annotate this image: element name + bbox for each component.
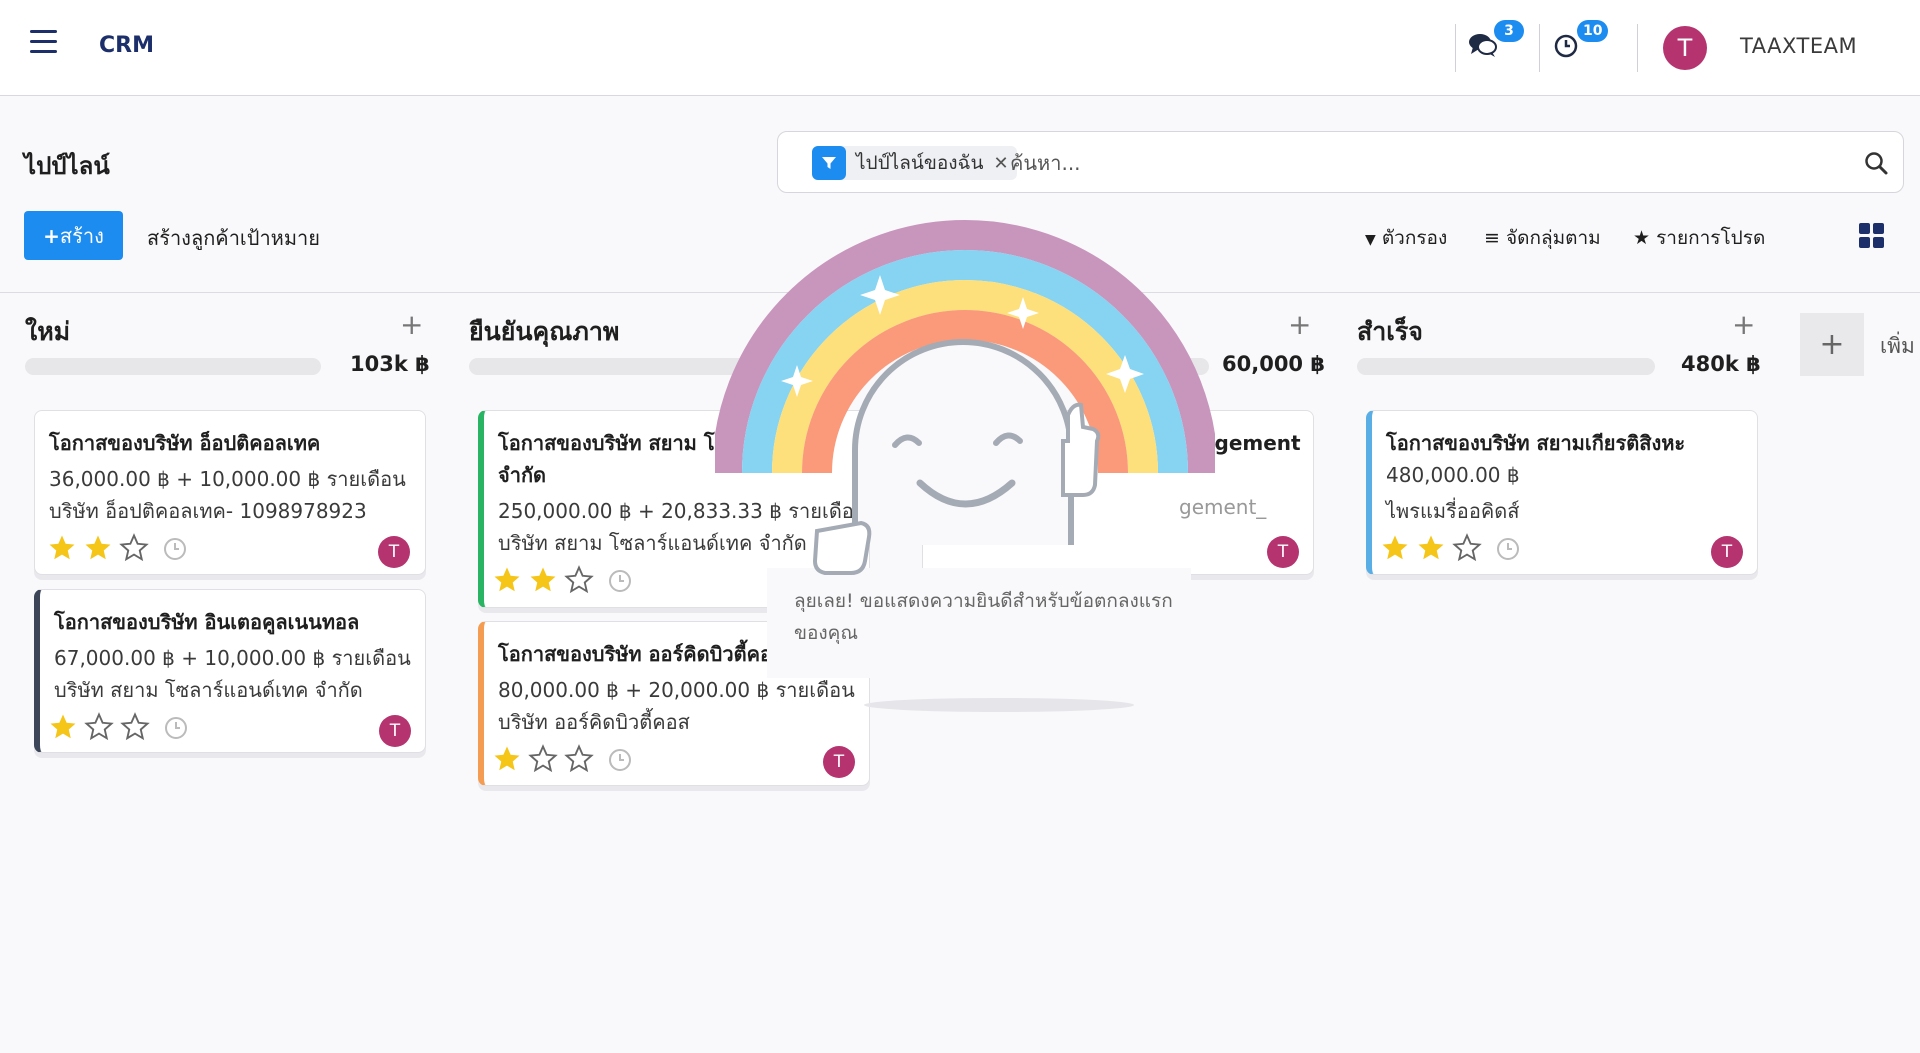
card-company: ไพรแมรี่ออคิดส์ [1386, 499, 1520, 523]
clock-icon [1554, 34, 1578, 58]
user-avatar[interactable]: T [1663, 26, 1707, 70]
card-amount: 480,000.00 ฿ [1386, 463, 1520, 487]
assignee-avatar[interactable]: T [1711, 536, 1743, 568]
activity-clock-icon[interactable] [164, 716, 188, 740]
close-icon[interactable]: ✕ [993, 153, 1008, 174]
generate-leads-button[interactable]: สร้างลูกค้าเป้าหมาย [147, 222, 320, 254]
page-title: ไปป์ไลน์ [24, 152, 110, 180]
filter-icon: ▼ [1365, 232, 1376, 248]
priority-stars [492, 744, 594, 774]
messages-button[interactable]: 3 [1468, 20, 1524, 62]
card-title: โอกาสของบริษัท อินเตอคูลเนนทอล [54, 610, 360, 634]
star-outline-icon[interactable] [84, 712, 114, 742]
activities-button[interactable]: 10 [1553, 20, 1609, 62]
card-title: โอกาสของบริษัท สยามเกียรติสิงหะ [1386, 431, 1686, 455]
search-facet[interactable]: ไปป์ไลน์ของฉัน ✕ [812, 146, 1017, 180]
activity-clock-icon[interactable] [1496, 537, 1520, 561]
card-company: บริษัท สยาม โซลาร์แอนด์เทค จำกัด [54, 678, 363, 702]
favorites-label: รายการโปรด [1656, 227, 1766, 249]
star-outline-icon[interactable] [1452, 533, 1482, 563]
chat-icon [1469, 34, 1497, 57]
star-outline-icon[interactable] [564, 744, 594, 774]
priority-stars [47, 533, 149, 563]
rainbow-message: ลุยเลย! ขอแสดงความยินดีสำหรับข้อตกลงแรกข… [794, 590, 1173, 644]
card-title-line: โอกาสของบริษัท สยาม โซล [498, 431, 741, 455]
card-company: บริษัท อ็อปติคอลเทค- 1098978923 [49, 499, 367, 523]
column-sum: 60,000 ฿ [1222, 352, 1325, 376]
rainbow-shadow [864, 698, 1134, 712]
menu-icon[interactable] [30, 30, 57, 58]
navbar-divider [1455, 24, 1456, 72]
group-by-label: จัดกลุ่มตาม [1505, 227, 1601, 249]
create-label: สร้าง [59, 223, 104, 248]
star-icon[interactable] [1380, 533, 1410, 563]
activity-clock-icon[interactable] [608, 569, 632, 593]
filter-icon [812, 146, 846, 180]
filters-button[interactable]: ▼ ตัวกรอง [1365, 223, 1447, 253]
activities-badge: 10 [1577, 20, 1609, 42]
activity-clock-icon[interactable] [163, 537, 187, 561]
navbar-divider [1637, 24, 1638, 72]
priority-stars [48, 712, 150, 742]
star-icon[interactable] [492, 565, 522, 595]
facet-label: ไปป์ไลน์ของฉัน [856, 152, 984, 174]
list-icon: ≡ [1484, 227, 1500, 249]
quick-create-button[interactable]: + [1288, 308, 1311, 341]
search-input[interactable] [1010, 146, 1830, 180]
column-progress-bar[interactable] [25, 358, 321, 375]
navbar-divider [1539, 24, 1540, 72]
star-icon[interactable] [83, 533, 113, 563]
assignee-avatar[interactable]: T [379, 715, 411, 747]
star-icon[interactable] [48, 712, 78, 742]
star-icon: ★ [1633, 227, 1651, 249]
column-progress-bar[interactable] [1357, 358, 1655, 375]
card-title-line: จำกัด [498, 463, 547, 487]
create-button[interactable]: +สร้าง [24, 211, 123, 260]
add-column-button[interactable]: + [1800, 313, 1864, 376]
opportunity-card[interactable]: โอกาสของบริษัท สยามเกียรติสิงหะ 480,000.… [1366, 410, 1758, 575]
assignee-avatar[interactable]: T [378, 536, 410, 568]
priority-stars [492, 565, 594, 595]
assignee-avatar[interactable]: T [823, 746, 855, 778]
card-title: โอกาสของบริษัท อ็อปติคอลเทค [49, 431, 321, 455]
star-icon[interactable] [492, 744, 522, 774]
search-bar[interactable]: ไปป์ไลน์ของฉัน ✕ [777, 131, 1904, 193]
card-amount: 36,000.00 ฿ + 10,000.00 ฿ รายเดือน [49, 467, 406, 491]
favorites-button[interactable]: ★ รายการโปรด [1633, 223, 1765, 253]
quick-create-button[interactable]: + [1732, 308, 1755, 341]
opportunity-card[interactable]: โอกาสของบริษัท อินเตอคูลเนนทอล 67,000.00… [34, 589, 426, 753]
star-outline-icon[interactable] [119, 533, 149, 563]
user-name[interactable]: TAAXTEAM [1740, 34, 1857, 58]
card-title: agement [1201, 431, 1301, 455]
quick-create-button[interactable]: + [400, 308, 423, 341]
top-navbar: CRM 3 10 T TAAXTEAM [0, 0, 1920, 96]
column-title: ยืนยันคุณภาพ [469, 317, 620, 346]
priority-stars [1380, 533, 1482, 563]
card-amount: 67,000.00 ฿ + 10,000.00 ฿ รายเดือน [54, 646, 411, 670]
star-outline-icon[interactable] [120, 712, 150, 742]
star-icon[interactable] [47, 533, 77, 563]
messages-badge: 3 [1494, 20, 1524, 42]
column-sum: 480k ฿ [1681, 352, 1761, 376]
plus-icon: + [43, 223, 60, 248]
add-column-label[interactable]: เพิ่ม [1880, 330, 1915, 363]
opportunity-card[interactable]: โอกาสของบริษัท อ็อปติคอลเทค 36,000.00 ฿ … [34, 410, 426, 575]
star-outline-icon[interactable] [564, 565, 594, 595]
column-sum: 103k ฿ [350, 352, 430, 376]
card-company: บริษัท ออร์คิดบิวตี้คอส [498, 710, 690, 734]
column-title: ใหม่ [25, 317, 71, 346]
search-icon[interactable] [1863, 150, 1889, 176]
kanban-view-icon[interactable] [1859, 223, 1885, 249]
column-title: สำเร็จ [1357, 317, 1423, 346]
group-by-button[interactable]: ≡ จัดกลุ่มตาม [1484, 223, 1601, 253]
star-outline-icon[interactable] [528, 744, 558, 774]
filters-label: ตัวกรอง [1381, 227, 1448, 249]
assignee-avatar[interactable]: T [1267, 536, 1299, 568]
activity-clock-icon[interactable] [608, 748, 632, 772]
app-name[interactable]: CRM [99, 33, 154, 58]
star-icon[interactable] [528, 565, 558, 595]
star-icon[interactable] [1416, 533, 1446, 563]
